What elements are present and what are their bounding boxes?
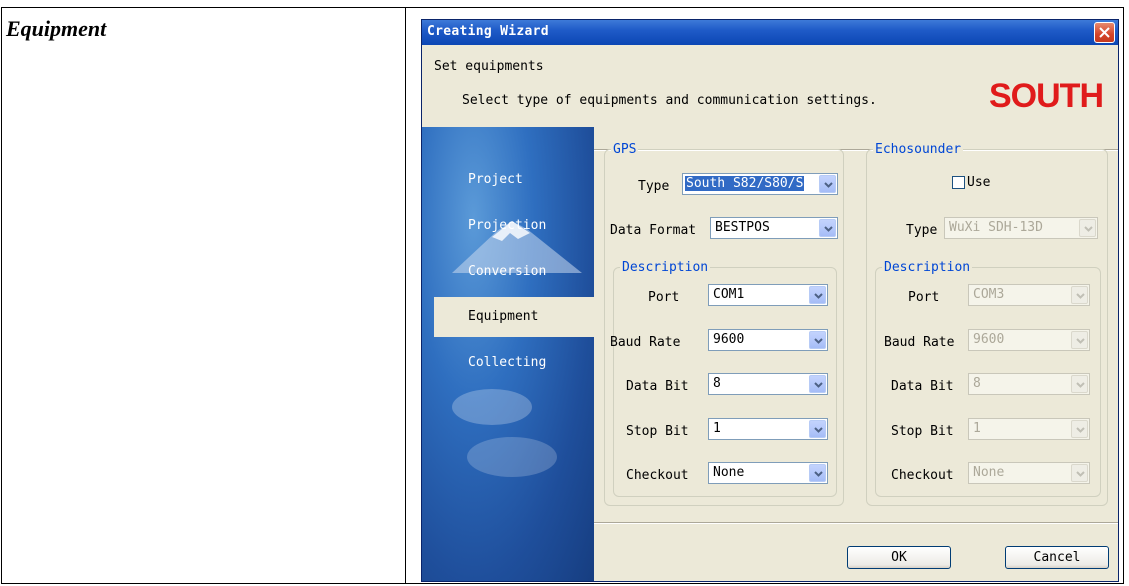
gps-baud-value: 9600 xyxy=(713,332,745,347)
gps-checkout-select[interactable]: None xyxy=(708,462,828,484)
echo-stopbit-label: Stop Bit xyxy=(891,424,954,439)
chevron-down-icon xyxy=(809,464,826,482)
echo-type-select[interactable]: WuXi SDH-13D xyxy=(944,217,1098,239)
echo-checkout-select[interactable]: None xyxy=(968,462,1090,484)
close-icon xyxy=(1099,27,1110,38)
gps-baud-label: Baud Rate xyxy=(610,335,681,350)
ok-button[interactable]: OK xyxy=(847,546,951,569)
gps-type-value: South S82/S80/S xyxy=(685,176,805,191)
chevron-down-icon xyxy=(1071,375,1088,393)
gps-stopbit-label: Stop Bit xyxy=(626,424,689,439)
nav-item-projection[interactable]: Projection xyxy=(422,206,594,246)
header-title: Set equipments xyxy=(434,59,544,74)
header-subtitle: Select type of equipments and communicat… xyxy=(462,93,877,108)
nav-item-equipment[interactable]: Equipment xyxy=(434,297,594,337)
gps-format-select[interactable]: BESTPOS xyxy=(710,217,838,239)
chevron-down-icon xyxy=(809,286,826,304)
chevron-down-icon xyxy=(809,375,826,393)
gps-description-legend: Description xyxy=(620,260,711,275)
chevron-down-icon xyxy=(809,420,826,438)
gps-legend: GPS xyxy=(611,142,639,157)
table-divider xyxy=(405,7,406,584)
gps-type-label: Type xyxy=(638,179,670,194)
titlebar[interactable]: Creating Wizard xyxy=(422,20,1118,45)
echo-databit-value: 8 xyxy=(973,376,981,391)
cloud-decoration xyxy=(452,389,557,477)
echo-port-label: Port xyxy=(908,290,940,305)
wizard-nav-panel: Project Projection Conversion Equipment … xyxy=(422,127,594,581)
gps-checkout-label: Checkout xyxy=(626,468,689,483)
echo-stopbit-select[interactable]: 1 xyxy=(968,418,1090,440)
document-heading: Equipment xyxy=(6,16,107,41)
echo-baud-select[interactable]: 9600 xyxy=(968,329,1090,351)
close-button[interactable] xyxy=(1094,22,1115,43)
gps-format-value: BESTPOS xyxy=(715,220,770,235)
chevron-down-icon xyxy=(1071,331,1088,349)
gps-databit-value: 8 xyxy=(713,376,721,391)
gps-stopbit-value: 1 xyxy=(713,421,721,436)
echo-stopbit-value: 1 xyxy=(973,421,981,436)
echosounder-legend: Echosounder xyxy=(873,142,964,157)
south-logo: SOUTH xyxy=(989,77,1104,115)
echo-baud-value: 9600 xyxy=(973,332,1005,347)
gps-port-label: Port xyxy=(648,290,680,305)
gps-databit-label: Data Bit xyxy=(626,379,689,394)
chevron-down-icon xyxy=(819,175,836,193)
chevron-down-icon xyxy=(819,219,836,237)
echo-checkout-value: None xyxy=(973,465,1005,480)
nav-item-collecting[interactable]: Collecting xyxy=(422,343,594,383)
creating-wizard-window: Creating Wizard Set equipments Select ty… xyxy=(421,19,1119,582)
chevron-down-icon xyxy=(809,331,826,349)
echo-port-select[interactable]: COM3 xyxy=(968,284,1090,306)
window-title: Creating Wizard xyxy=(427,24,549,39)
echo-databit-select[interactable]: 8 xyxy=(968,373,1090,395)
chevron-down-icon xyxy=(1071,420,1088,438)
gps-port-value: COM1 xyxy=(713,287,745,302)
wizard-header: Set equipments Select type of equipments… xyxy=(422,45,1118,151)
gps-baud-select[interactable]: 9600 xyxy=(708,329,828,351)
echo-baud-label: Baud Rate xyxy=(884,335,955,350)
cancel-button[interactable]: Cancel xyxy=(1005,546,1109,569)
echo-checkout-label: Checkout xyxy=(891,468,954,483)
echo-port-value: COM3 xyxy=(973,287,1005,302)
nav-item-conversion[interactable]: Conversion xyxy=(422,252,594,292)
gps-databit-select[interactable]: 8 xyxy=(708,373,828,395)
gps-type-select[interactable]: South S82/S80/S xyxy=(682,173,838,195)
echo-type-label: Type xyxy=(906,223,938,238)
wizard-content: GPS Type South S82/S80/S Data Format BES… xyxy=(594,127,1118,581)
footer-divider xyxy=(594,522,1118,524)
gps-stopbit-select[interactable]: 1 xyxy=(708,418,828,440)
chevron-down-icon xyxy=(1079,219,1096,237)
nav-item-project[interactable]: Project xyxy=(422,160,594,200)
chevron-down-icon xyxy=(1071,286,1088,304)
echo-databit-label: Data Bit xyxy=(891,379,954,394)
use-echosounder-checkbox[interactable] xyxy=(952,176,965,189)
gps-checkout-value: None xyxy=(713,465,745,480)
gps-format-label: Data Format xyxy=(610,223,697,238)
chevron-down-icon xyxy=(1071,464,1088,482)
gps-port-select[interactable]: COM1 xyxy=(708,284,828,306)
use-label: Use xyxy=(967,175,991,190)
echo-description-legend: Description xyxy=(882,260,973,275)
echo-type-value: WuXi SDH-13D xyxy=(949,220,1043,235)
